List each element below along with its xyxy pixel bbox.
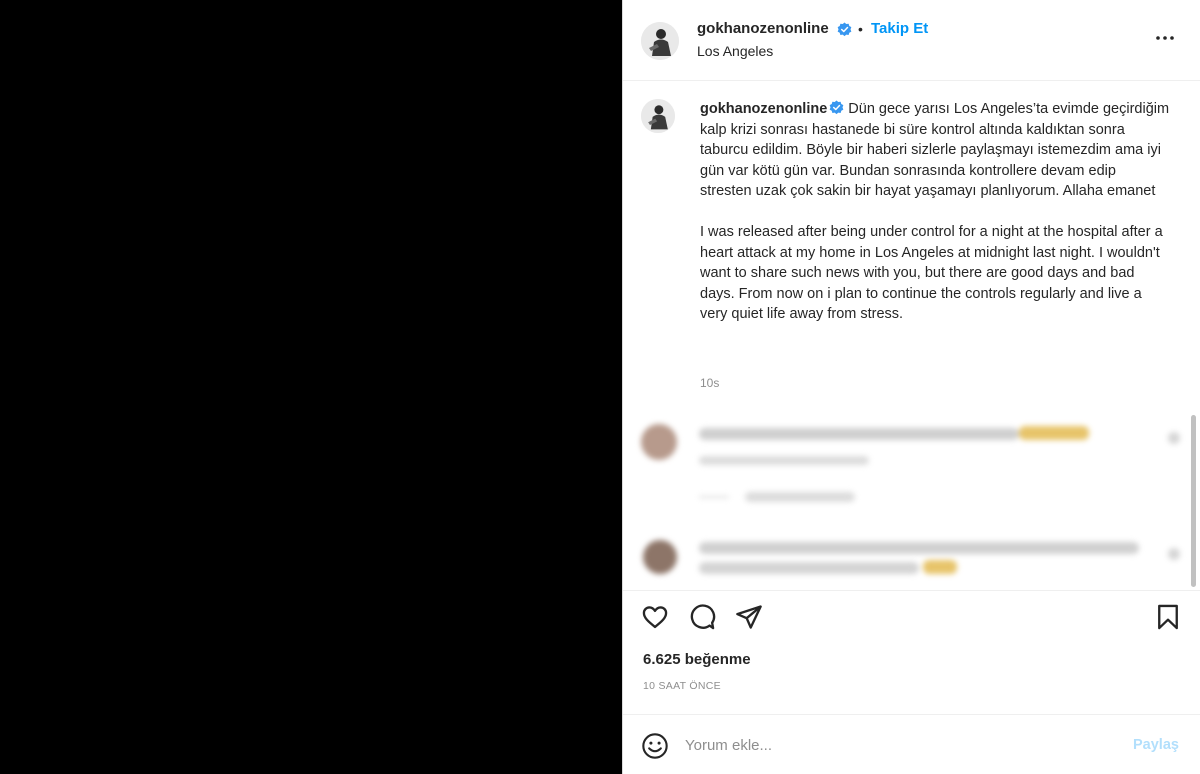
verified-badge-icon <box>837 22 852 37</box>
comment-like-blur <box>1168 432 1180 444</box>
comment-text-blur <box>699 562 919 574</box>
emoji-icon[interactable] <box>641 732 669 760</box>
comment-icon[interactable] <box>688 603 716 631</box>
bookmark-icon[interactable] <box>1154 603 1182 631</box>
comment-input[interactable] <box>685 731 1115 759</box>
post-panel: gokhanozenonline • Takip Et Los Angeles … <box>622 0 1200 774</box>
post-media[interactable] <box>0 0 622 774</box>
caption-avatar[interactable] <box>641 99 675 133</box>
author-avatar[interactable] <box>641 22 679 60</box>
header-username[interactable]: gokhanozenonline <box>697 20 829 37</box>
blurred-comments <box>623 412 1200 590</box>
send-icon[interactable] <box>735 603 763 631</box>
post-timestamp[interactable]: 10 SAAT ÖNCE <box>643 680 721 692</box>
heart-icon[interactable] <box>641 603 669 631</box>
comment-text-blur <box>699 428 1019 440</box>
comments-scrollbar[interactable] <box>1191 415 1196 587</box>
follow-button[interactable]: Takip Et <box>871 20 928 37</box>
caption-section: gokhanozenonline Dün gece yarısı Los Ang… <box>623 82 1200 412</box>
comment-emoji-blur <box>1019 426 1089 440</box>
comment-meta-blur <box>699 456 869 465</box>
replies-line-blur <box>699 496 729 498</box>
post-header: gokhanozenonline • Takip Et Los Angeles <box>623 0 1200 81</box>
comment-like-blur <box>1168 548 1180 560</box>
caption-text-en: I was released after being under control… <box>700 223 1163 323</box>
comment-avatar <box>643 540 677 574</box>
like-count[interactable]: 6.625 beğenme <box>643 651 751 668</box>
share-comment-button[interactable]: Paylaş <box>1133 737 1179 753</box>
more-options-icon[interactable] <box>1153 26 1177 50</box>
comment-text-blur <box>699 542 1139 554</box>
post-caption: gokhanozenonline Dün gece yarısı Los Ang… <box>700 99 1170 325</box>
replies-text-blur <box>745 492 855 502</box>
comment-emoji-blur <box>923 560 957 574</box>
comment-composer: Paylaş <box>623 714 1200 774</box>
post-actions: 6.625 beğenme 10 SAAT ÖNCE <box>623 590 1200 714</box>
caption-username[interactable]: gokhanozenonline <box>700 101 827 117</box>
separator-dot: • <box>858 21 863 37</box>
post-location[interactable]: Los Angeles <box>697 43 773 59</box>
caption-timestamp[interactable]: 10s <box>700 376 719 390</box>
comment-avatar <box>641 424 677 460</box>
verified-badge-icon <box>829 100 844 115</box>
